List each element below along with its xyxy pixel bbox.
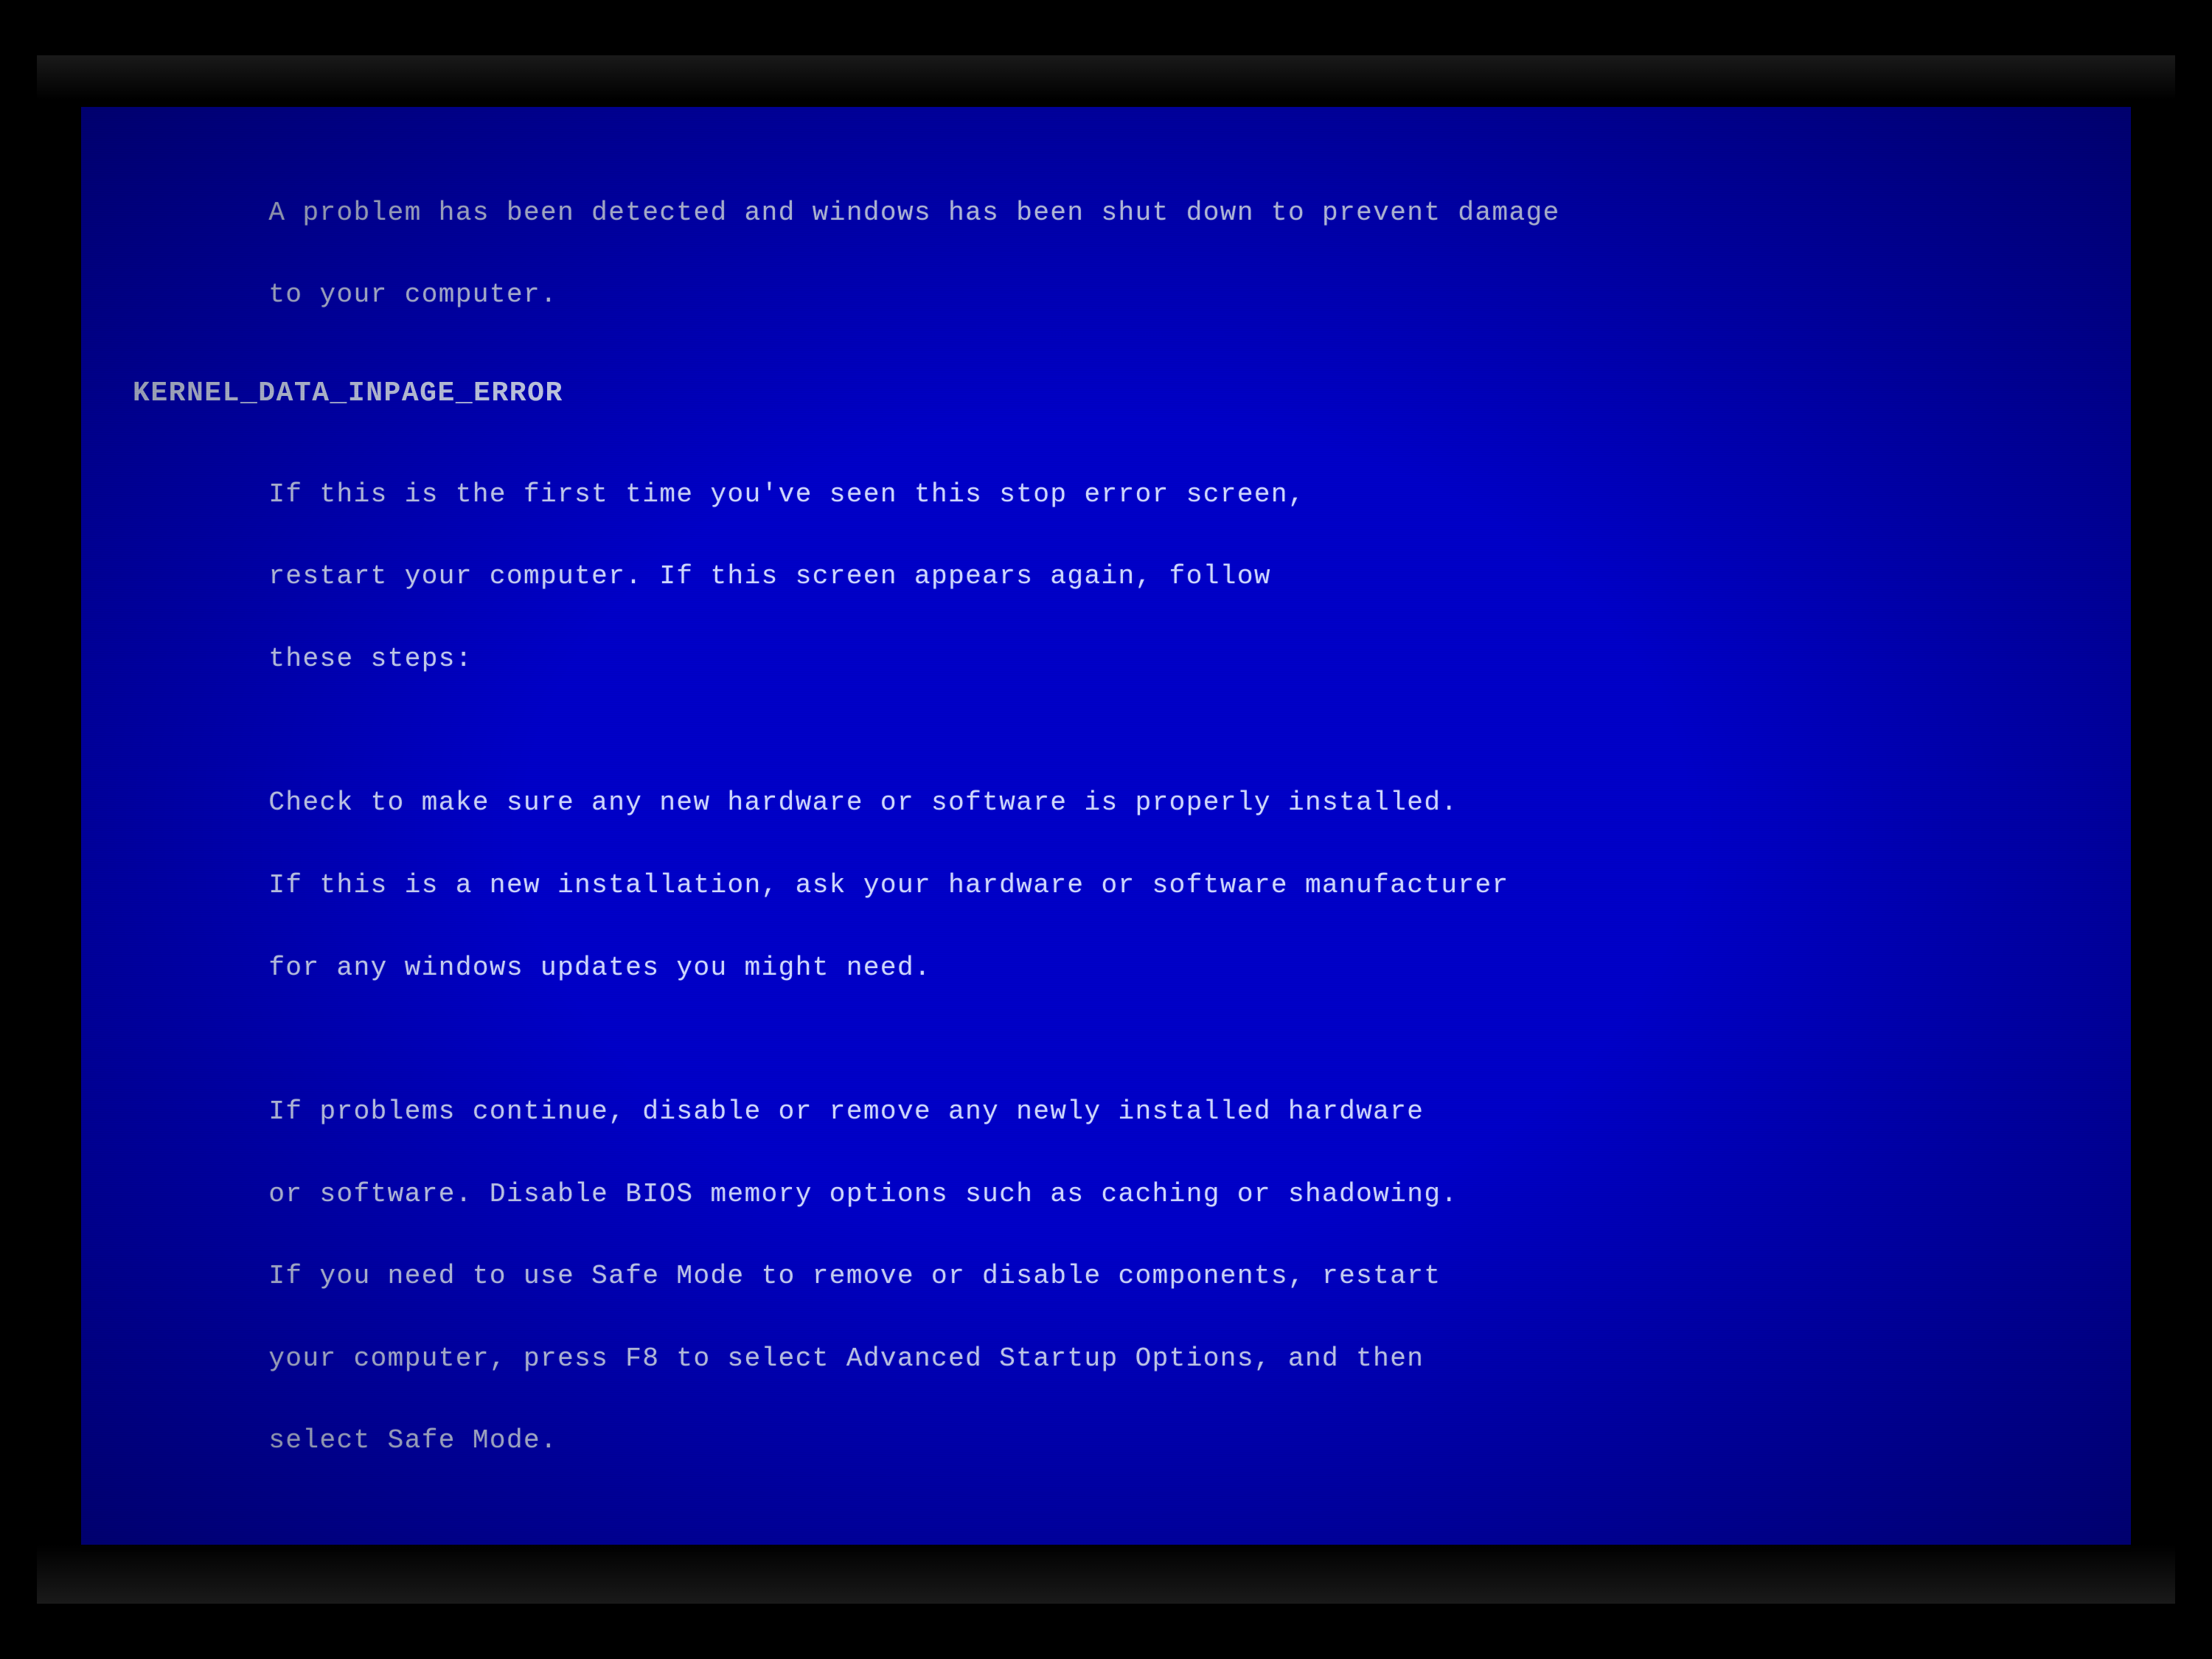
para1-line2: restart your computer. If this screen ap… [268, 561, 1271, 591]
error-code: KERNEL_DATA_INPAGE_ERROR [133, 378, 2079, 409]
para3-line2: or software. Disable BIOS memory options… [268, 1179, 1458, 1209]
problems-continue-paragraph: If problems continue, disable or remove … [133, 1050, 2079, 1503]
para2-line2: If this is a new installation, ask your … [268, 870, 1509, 900]
para3-line1: If problems continue, disable or remove … [268, 1096, 1424, 1127]
bsod-content: A problem has been detected and windows … [133, 151, 2079, 1552]
para3-line4: your computer, press F8 to select Advanc… [268, 1343, 1424, 1374]
para2-line3: for any windows updates you might need. [268, 953, 931, 983]
bottom-bezel [37, 1545, 2175, 1604]
intro-text: A problem has been detected and windows … [133, 151, 2079, 357]
intro-line1: A problem has been detected and windows … [268, 198, 1559, 228]
bsod-screen: A problem has been detected and windows … [81, 107, 2131, 1552]
para3-line5: select Safe Mode. [268, 1425, 557, 1455]
para2-line1: Check to make sure any new hardware or s… [268, 787, 1458, 818]
screen-wrapper: A problem has been detected and windows … [37, 55, 2175, 1604]
tech-info-label: Technical information: [133, 1523, 2079, 1552]
para1-line3: these steps: [268, 644, 473, 674]
hardware-check-paragraph: Check to make sure any new hardware or s… [133, 742, 2079, 1030]
first-time-paragraph: If this is the first time you've seen th… [133, 433, 2079, 721]
para3-line3: If you need to use Safe Mode to remove o… [268, 1261, 1441, 1291]
para1-line1: If this is the first time you've seen th… [268, 479, 1305, 509]
intro-line2: to your computer. [268, 279, 557, 310]
top-bezel [37, 55, 2175, 100]
